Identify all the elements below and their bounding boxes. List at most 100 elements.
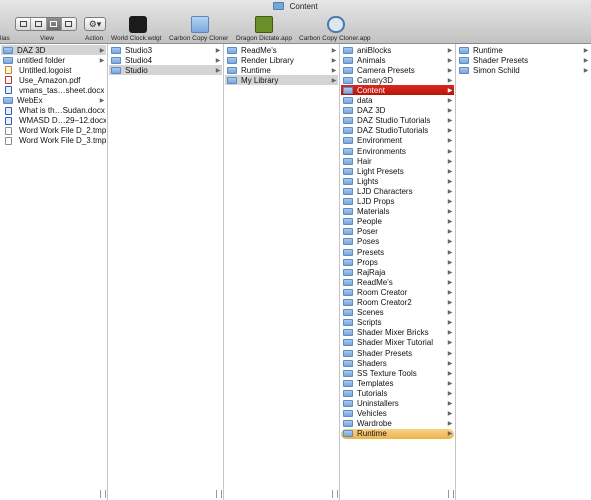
gear-icon: ⚙▾ xyxy=(88,18,102,29)
browser-column-5[interactable]: Runtime ▶ Shader Presets ▶ Simon Schild ▶ xyxy=(456,44,591,500)
browser-column-3[interactable]: ReadMe's ▶ Render Library ▶ Runtime ▶ My Libra… xyxy=(224,44,340,500)
folder-icon xyxy=(343,117,353,125)
toolbar-app-label[interactable]: Dragon Dictate.app xyxy=(236,35,292,42)
folder-icon xyxy=(343,369,353,377)
folder-row[interactable]: Studio ▶ xyxy=(109,65,222,76)
folder-row[interactable]: Hair ▶ xyxy=(341,156,454,166)
world-clock-widget-icon[interactable] xyxy=(129,16,147,33)
folder-row[interactable]: WebEx ▶ xyxy=(1,96,106,106)
file-row[interactable]: Untitled.logoist xyxy=(1,65,106,75)
folder-row[interactable]: DAZ StudioTutorials ▶ xyxy=(341,126,454,136)
folder-row[interactable]: Poses ▶ xyxy=(341,237,454,247)
file-row[interactable]: Use_Amazon.pdf xyxy=(1,75,106,85)
folder-row[interactable]: Scenes ▶ xyxy=(341,308,454,318)
folder-row[interactable]: Canary3D ▶ xyxy=(341,75,454,85)
coverflow-view-button[interactable] xyxy=(62,18,76,30)
dragon-dictate-icon[interactable] xyxy=(255,16,273,33)
folder-row[interactable]: Light Presets ▶ xyxy=(341,166,454,176)
folder-row[interactable]: SS Texture Tools ▶ xyxy=(341,368,454,378)
folder-row[interactable]: Templates ▶ xyxy=(341,378,454,388)
folder-row[interactable]: Shader Presets ▶ xyxy=(341,348,454,358)
file-row[interactable]: Word Work File D_3.tmp xyxy=(1,136,106,146)
folder-row[interactable]: Runtime ▶ xyxy=(341,428,454,439)
folder-row[interactable]: Environment ▶ xyxy=(341,136,454,146)
folder-row[interactable]: ReadMe's ▶ xyxy=(225,45,338,55)
folder-row[interactable]: LJD Props ▶ xyxy=(341,197,454,207)
item-name: Render Library xyxy=(241,55,294,65)
item-name: Props xyxy=(357,257,378,267)
disclosure-arrow-icon: ▶ xyxy=(447,98,453,104)
column-resize-handle[interactable] xyxy=(100,490,106,498)
folder-row[interactable]: Shaders ▶ xyxy=(341,358,454,368)
folder-row[interactable]: Runtime ▶ xyxy=(457,45,590,55)
folder-row[interactable]: untitled folder ▶ xyxy=(1,55,106,65)
toolbar-app-label[interactable]: Carbon Copy Cloner xyxy=(169,35,228,42)
folder-row[interactable]: Uninstallers ▶ xyxy=(341,399,454,409)
folder-row[interactable]: RajRaja ▶ xyxy=(341,267,454,277)
folder-row[interactable]: Room Creator ▶ xyxy=(341,287,454,297)
carbon-copy-cloner-app-icon[interactable] xyxy=(327,16,345,33)
folder-row[interactable]: Content ▶ xyxy=(341,85,454,96)
folder-icon xyxy=(343,137,353,145)
folder-row[interactable]: ReadMe's ▶ xyxy=(341,277,454,287)
folder-row[interactable]: data ▶ xyxy=(341,96,454,106)
disclosure-arrow-icon: ▶ xyxy=(447,421,453,428)
folder-row[interactable]: Simon Schild ▶ xyxy=(457,65,590,75)
column-resize-handle[interactable] xyxy=(448,490,454,498)
folder-row[interactable]: aniBlocks ▶ xyxy=(341,45,454,55)
folder-row[interactable]: DAZ 3D ▶ xyxy=(1,45,106,55)
folder-row[interactable]: DAZ Studio Tutorials ▶ xyxy=(341,116,454,126)
folder-row[interactable]: Materials ▶ xyxy=(341,207,454,217)
disclosure-arrow-icon: ▶ xyxy=(99,57,105,64)
file-row[interactable]: What is th…Sudan.docx xyxy=(1,106,106,116)
column-resize-handle[interactable] xyxy=(332,490,338,498)
column-resize-handle[interactable] xyxy=(216,490,222,498)
disclosure-arrow-icon: ▶ xyxy=(447,87,453,94)
carbon-copy-cloner-folder-icon[interactable] xyxy=(191,16,209,33)
folder-row[interactable]: Animals ▶ xyxy=(341,55,454,65)
folder-row[interactable]: Props ▶ xyxy=(341,257,454,267)
list-view-button[interactable] xyxy=(31,18,47,30)
item-name: DAZ 3D xyxy=(357,106,386,116)
disclosure-arrow-icon: ▶ xyxy=(215,67,221,74)
folder-row[interactable]: Poser ▶ xyxy=(341,227,454,237)
folder-row[interactable]: Scripts ▶ xyxy=(341,318,454,328)
browser-column-1[interactable]: DAZ 3D ▶ untitled folder ▶ Untitled.logoist U… xyxy=(0,44,108,500)
disclosure-arrow-icon: ▶ xyxy=(447,128,453,135)
browser-column-2[interactable]: Studio3 ▶ Studio4 ▶ Studio ▶ xyxy=(108,44,224,500)
file-row[interactable]: Word Work File D_2.tmp xyxy=(1,126,106,136)
column-view-button[interactable] xyxy=(46,18,62,30)
folder-row[interactable]: Presets ▶ xyxy=(341,247,454,257)
folder-row[interactable]: Vehicles ▶ xyxy=(341,409,454,419)
folder-row[interactable]: Render Library ▶ xyxy=(225,55,338,65)
folder-row[interactable]: My Library ▶ xyxy=(225,75,338,86)
folder-row[interactable]: Wardrobe ▶ xyxy=(341,419,454,429)
browser-column-4[interactable]: aniBlocks ▶ Animals ▶ Camera Presets ▶ Canary3… xyxy=(340,44,456,500)
window-title: Content xyxy=(289,2,318,11)
folder-row[interactable]: Camera Presets ▶ xyxy=(341,65,454,75)
folder-row[interactable]: Shader Presets ▶ xyxy=(457,55,590,65)
folder-row[interactable]: Studio3 ▶ xyxy=(109,45,222,55)
disclosure-arrow-icon: ▶ xyxy=(447,370,453,377)
toolbar-app-label[interactable]: World Clock.wdgt xyxy=(111,35,161,42)
file-row[interactable]: WMASD D…29–12.docx xyxy=(1,116,106,126)
icon-view-button[interactable] xyxy=(16,18,32,30)
folder-icon xyxy=(459,66,469,74)
folder-row[interactable]: Studio4 ▶ xyxy=(109,55,222,65)
folder-row[interactable]: Shader Mixer Tutorial ▶ xyxy=(341,338,454,348)
item-name: DAZ Studio Tutorials xyxy=(357,116,431,126)
folder-row[interactable]: Shader Mixer Bricks ▶ xyxy=(341,328,454,338)
folder-icon xyxy=(343,198,353,205)
file-row[interactable]: vmans_tas…sheet.docx xyxy=(1,85,106,95)
folder-row[interactable]: Runtime ▶ xyxy=(225,65,338,75)
folder-row[interactable]: Environments ▶ xyxy=(341,146,454,156)
toolbar-app-label[interactable]: Carbon Copy Cloner.app xyxy=(299,35,371,42)
folder-row[interactable]: Lights ▶ xyxy=(341,176,454,186)
disclosure-arrow-icon: ▶ xyxy=(447,148,453,155)
folder-row[interactable]: DAZ 3D ▶ xyxy=(341,106,454,116)
folder-row[interactable]: Room Creator2 ▶ xyxy=(341,298,454,308)
folder-row[interactable]: People ▶ xyxy=(341,217,454,227)
folder-row[interactable]: Tutorials ▶ xyxy=(341,388,454,398)
folder-row[interactable]: LJD Characters ▶ xyxy=(341,186,454,196)
action-button[interactable]: ⚙▾ xyxy=(84,17,106,31)
